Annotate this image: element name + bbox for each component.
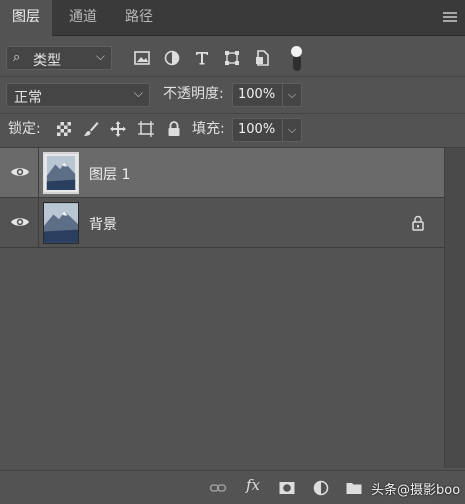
lock-label: 锁定: bbox=[8, 121, 41, 137]
lock-row: 锁定: 填充: 100% ⌵ bbox=[0, 113, 465, 148]
filter-kind-label: 类型 bbox=[33, 53, 61, 69]
blend-mode-select[interactable]: 正常 ⌵ bbox=[6, 83, 150, 107]
layer-mask-icon[interactable] bbox=[278, 479, 296, 497]
visibility-eye-icon[interactable] bbox=[10, 164, 30, 180]
layers-list: 图层 1 背景 bbox=[0, 148, 444, 468]
shape-layer-filter-icon[interactable] bbox=[222, 48, 242, 68]
fill-field[interactable]: 100% ⌵ bbox=[232, 118, 302, 142]
blend-row: 正常 ⌵ 不透明度: 100% ⌵ bbox=[0, 77, 465, 114]
lock-transparent-pixels-icon[interactable] bbox=[55, 120, 73, 138]
tab-channels[interactable]: 通道 bbox=[55, 0, 111, 35]
fx-icon[interactable]: fx bbox=[246, 476, 260, 494]
tab-layers[interactable]: 图层 bbox=[0, 0, 52, 36]
adjustment-layer-icon[interactable] bbox=[312, 479, 330, 497]
fill-label: 填充: bbox=[192, 121, 225, 137]
panel-menu-icon[interactable] bbox=[443, 10, 457, 24]
opacity-label: 不透明度: bbox=[163, 86, 224, 102]
pixel-layer-filter-icon[interactable] bbox=[132, 48, 152, 68]
chevron-down-icon: ⌵ bbox=[95, 49, 105, 63]
layer-thumbnail[interactable] bbox=[43, 152, 79, 194]
layer-name[interactable]: 图层 1 bbox=[89, 164, 130, 184]
layer-row-layer-1[interactable]: 图层 1 bbox=[0, 148, 444, 198]
watermark-text: 头条@摄影boo bbox=[371, 483, 461, 498]
layer-name[interactable]: 背景 bbox=[89, 214, 117, 234]
fill-dropdown-icon[interactable]: ⌵ bbox=[282, 119, 301, 141]
layer-row-background[interactable]: 背景 bbox=[0, 198, 444, 248]
layers-scrollbar[interactable] bbox=[444, 148, 465, 468]
group-folder-icon[interactable] bbox=[345, 479, 363, 497]
fill-value: 100% bbox=[238, 122, 276, 137]
layer-lock-icon[interactable] bbox=[411, 215, 425, 231]
lock-image-pixels-icon[interactable] bbox=[82, 120, 100, 138]
blend-mode-value: 正常 bbox=[14, 90, 42, 106]
smart-object-filter-icon[interactable] bbox=[252, 48, 272, 68]
tab-paths[interactable]: 路径 bbox=[113, 0, 165, 35]
lock-artboard-icon[interactable] bbox=[137, 120, 155, 138]
opacity-value: 100% bbox=[238, 87, 276, 102]
filter-row: ⌕ 类型 ⌵ bbox=[0, 36, 465, 77]
layers-bottom-toolbar: fx 头条@摄影boo bbox=[0, 470, 465, 504]
layer-thumbnail[interactable] bbox=[43, 202, 79, 244]
link-layers-icon[interactable] bbox=[209, 479, 227, 497]
filter-kind-select[interactable]: ⌕ 类型 ⌵ bbox=[6, 46, 112, 70]
layers-panel: 图层 通道 路径 ⌕ 类型 ⌵ 正常 ⌵ 不透明度: 100% ⌵ 锁定: 填充… bbox=[0, 0, 465, 504]
chevron-down-icon: ⌵ bbox=[133, 86, 143, 100]
type-layer-filter-icon[interactable] bbox=[192, 48, 212, 68]
opacity-dropdown-icon[interactable]: ⌵ bbox=[282, 84, 301, 106]
visibility-eye-icon[interactable] bbox=[10, 214, 30, 230]
search-icon: ⌕ bbox=[13, 50, 21, 65]
opacity-field[interactable]: 100% ⌵ bbox=[232, 83, 302, 107]
lock-all-icon[interactable] bbox=[165, 120, 183, 138]
lock-position-icon[interactable] bbox=[109, 120, 127, 138]
adjustment-layer-filter-icon[interactable] bbox=[162, 48, 182, 68]
panel-tab-bar: 图层 通道 路径 bbox=[0, 0, 465, 36]
filter-toggle-switch[interactable] bbox=[290, 46, 302, 72]
